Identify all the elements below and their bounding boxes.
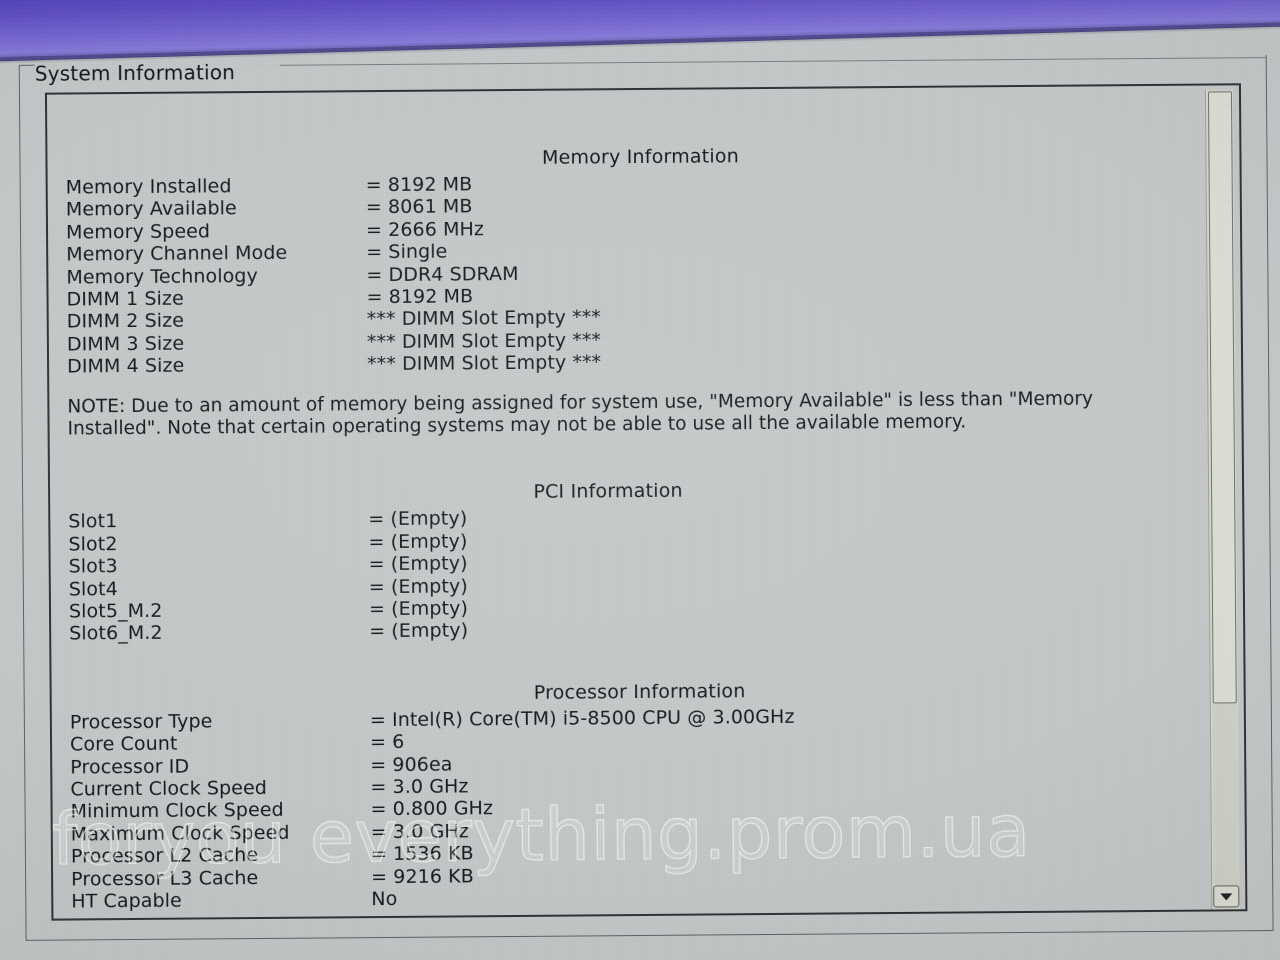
row-label: Core Count — [69, 732, 178, 756]
row-label: Slot3 — [68, 555, 118, 578]
row-label: Slot4 — [68, 577, 118, 601]
row-label: Memory Technology — [66, 264, 258, 289]
processor-information-table: Processor Type = Intel(R) Core(TM) i5-85… — [70, 706, 796, 913]
row-value: = 2666 MHz — [365, 218, 485, 241]
groupbox-top-border-left — [18, 64, 35, 66]
row-label: DIMM 3 Size — [66, 332, 185, 356]
row-label: Slot1 — [68, 510, 118, 533]
row-value: = (Empty) — [368, 507, 468, 531]
row-label: Slot5_M.2 — [68, 599, 163, 623]
row-value: = 8061 MB — [365, 195, 473, 219]
row-label: Processor L2 Cache — [70, 844, 259, 868]
row-label: Slot6_M.2 — [69, 622, 163, 645]
row-value: = 9216 KB — [371, 865, 474, 888]
scroll-down-arrow-icon[interactable] — [1213, 885, 1240, 908]
row-label: Memory Installed — [65, 175, 232, 199]
section-heading-memory: Memory Information — [541, 145, 739, 169]
table-row: Slot4 = (Empty) — [69, 575, 468, 601]
row-value: = (Empty) — [369, 619, 469, 643]
table-row: Slot5_M.2 = (Empty) — [69, 597, 468, 623]
row-value: = 3.0 GHz — [370, 775, 469, 799]
row-label: Maximum Clock Speed — [70, 821, 290, 846]
row-value: = (Empty) — [368, 597, 469, 621]
row-label: Minimum Clock Speed — [70, 799, 284, 823]
row-value: No — [371, 888, 398, 911]
row-label: Processor Type — [69, 710, 213, 734]
row-label: DIMM 1 Size — [66, 287, 184, 311]
row-value: = (Empty) — [368, 552, 468, 576]
table-row: DIMM 4 Size *** DIMM Slot Empty *** — [67, 352, 601, 379]
table-row: Slot6_M.2 = (Empty) — [69, 620, 468, 646]
row-value: *** DIMM Slot Empty *** — [366, 351, 602, 376]
row-label: Current Clock Speed — [70, 777, 268, 801]
row-label: Slot2 — [68, 532, 118, 556]
pci-information-table: Slot1 = (Empty) Slot2 = (Empty) Slot3 = … — [68, 508, 468, 646]
page-title: System Information — [34, 60, 236, 86]
row-label: Memory Available — [65, 197, 237, 221]
row-label: Memory Speed — [65, 220, 211, 244]
scrollable-content-panel[interactable]: Memory Information Memory Installed = 81… — [44, 83, 1248, 921]
table-row: Slot3 = (Empty) — [69, 553, 468, 579]
row-label: Processor ID — [70, 755, 190, 779]
row-value: = (Empty) — [368, 530, 468, 553]
row-value: = 8192 MB — [366, 285, 474, 309]
row-value: = DDR4 SDRAM — [366, 262, 519, 286]
row-value: = Intel(R) Core(TM) i5-8500 CPU @ 3.00GH… — [369, 705, 795, 731]
bios-system-information-page: System Information Memory Information Me… — [0, 0, 1280, 960]
row-label: DIMM 4 Size — [67, 354, 185, 378]
row-value: = (Empty) — [368, 574, 468, 598]
table-row: HT Capable No — [71, 885, 796, 913]
table-row: Slot1 = (Empty) — [68, 508, 467, 534]
row-value: = 0.800 GHz — [370, 797, 494, 821]
row-value: *** DIMM Slot Empty *** — [366, 329, 602, 353]
row-label: HT Capable — [71, 889, 182, 913]
row-value: = 6 — [369, 731, 405, 754]
row-value: = 8192 MB — [365, 173, 473, 197]
row-label: DIMM 2 Size — [66, 310, 185, 333]
memory-information-table: Memory Installed = 8192 MB Memory Availa… — [66, 172, 602, 378]
scrollbar-thumb[interactable] — [1207, 91, 1237, 704]
memory-note-text: NOTE: Due to an amount of memory being a… — [67, 388, 1094, 440]
row-label: Processor L3 Cache — [71, 866, 259, 891]
system-information-content: Memory Information Memory Installed = 81… — [65, 86, 1201, 919]
row-value: = 1536 KB — [370, 842, 474, 866]
row-value: = 3.0 GHz — [370, 820, 469, 844]
vertical-scrollbar[interactable] — [1204, 89, 1240, 910]
table-row: Slot2 = (Empty) — [68, 530, 467, 556]
row-value: = Single — [366, 240, 448, 264]
row-value: *** DIMM Slot Empty *** — [366, 306, 601, 331]
row-label: Memory Channel Mode — [66, 241, 288, 266]
triangle-down-glyph — [1220, 892, 1233, 900]
monitor-photo: System Information Memory Information Me… — [0, 0, 1280, 960]
row-value: = 906ea — [370, 753, 453, 776]
